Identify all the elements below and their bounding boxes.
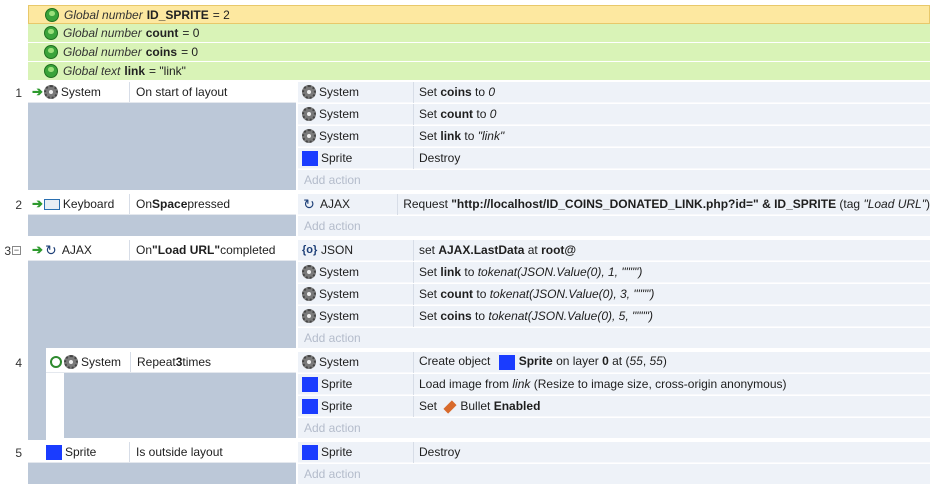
trigger-arrow-icon: ➔ — [32, 242, 43, 257]
add-action-link[interactable]: Add action — [298, 170, 930, 190]
globe-icon — [45, 7, 59, 22]
system-gear-icon — [302, 129, 316, 143]
bullet-behavior-icon — [443, 400, 457, 414]
loop-icon — [50, 356, 62, 368]
global-var-id-sprite[interactable]: Global number ID_SPRITE = 2 — [28, 5, 930, 24]
collapse-toggle[interactable]: − — [12, 246, 21, 255]
add-action-link[interactable]: Add action — [298, 464, 930, 484]
event-4-action-1[interactable]: System Create object Sprite on layer 0 a… — [298, 351, 930, 373]
condition-text: On start of layout — [136, 85, 228, 99]
event-1-action-3[interactable]: System Set link to "link" — [298, 125, 930, 147]
ajax-icon: ↻ — [303, 196, 315, 212]
system-gear-icon — [302, 355, 316, 369]
event-number: 3 — [4, 244, 11, 258]
event-4-action-3[interactable]: Sprite Set Bullet Enabled — [298, 395, 930, 417]
add-action-link[interactable]: Add action — [298, 418, 930, 438]
system-gear-icon — [302, 287, 316, 301]
globe-icon — [44, 64, 58, 78]
event-1-action-4[interactable]: Sprite Destroy — [298, 147, 930, 169]
condition-object: ➔ ↻ AJAX — [28, 240, 130, 260]
event-number: 4 — [15, 356, 22, 370]
event-1-condition[interactable]: ➔ System On start of layout — [28, 82, 296, 103]
sprite-icon — [302, 398, 318, 414]
event-number: 1 — [15, 86, 22, 100]
condition-text: On Space pressed — [136, 197, 231, 211]
system-gear-icon — [302, 265, 316, 279]
ajax-icon: ↻ — [45, 242, 57, 258]
event-1-action-2[interactable]: System Set count to 0 — [298, 103, 930, 125]
event-3-condition[interactable]: ➔ ↻ AJAX On "Load URL" completed — [28, 240, 296, 261]
event-2-action-1[interactable]: ↻ AJAX Request "http://localhost/ID_COINS… — [298, 193, 930, 215]
sub-event-indent — [28, 348, 46, 440]
event-2-condition[interactable]: ➔ Keyboard On Space pressed — [28, 194, 296, 215]
event-4-condition[interactable]: System Repeat 3 times — [46, 352, 296, 373]
global-var-count[interactable]: Global number count = 0 — [28, 24, 930, 43]
condition-object: Sprite — [28, 442, 130, 462]
condition-object: System — [46, 352, 131, 372]
system-gear-icon — [43, 85, 58, 99]
trigger-arrow-icon: ➔ — [32, 84, 43, 99]
event-3-action-3[interactable]: System Set count to tokenat(JSON.Value(0… — [298, 283, 930, 305]
add-action-link[interactable]: Add action — [298, 328, 930, 348]
event-3-action-2[interactable]: System Set link to tokenat(JSON.Value(0)… — [298, 261, 930, 283]
sprite-icon — [302, 150, 318, 166]
condition-text: Is outside layout — [136, 445, 223, 459]
sprite-icon — [302, 444, 318, 460]
sprite-icon — [498, 354, 515, 370]
sprite-icon — [46, 444, 62, 460]
event-5-action-1[interactable]: Sprite Destroy — [298, 441, 930, 463]
globe-icon — [44, 45, 58, 59]
event-3-action-1[interactable]: {o} JSON set AJAX.LastData at root@ — [298, 239, 930, 261]
condition-object: ➔ System — [28, 82, 130, 102]
globe-icon — [44, 26, 58, 40]
json-icon: {o} — [302, 244, 318, 256]
system-gear-icon — [302, 107, 316, 121]
event-number: 2 — [15, 198, 22, 212]
system-gear-icon — [302, 85, 316, 99]
global-var-coins[interactable]: Global number coins = 0 — [28, 43, 930, 62]
condition-object: ➔ Keyboard — [28, 194, 130, 214]
event-5-condition[interactable]: Sprite Is outside layout — [28, 442, 296, 463]
event-4-action-2[interactable]: Sprite Load image from link (Resize to i… — [298, 373, 930, 395]
keyboard-icon — [43, 198, 60, 210]
system-gear-icon — [64, 355, 78, 369]
sprite-icon — [302, 376, 318, 392]
event-1-action-1[interactable]: System Set coins to 0 — [298, 81, 930, 103]
event-number: 5 — [15, 446, 22, 460]
condition-text: On "Load URL" completed — [136, 243, 276, 257]
system-gear-icon — [302, 309, 316, 323]
global-var-link[interactable]: Global text link = "link" — [28, 62, 930, 81]
add-action-link[interactable]: Add action — [298, 216, 930, 236]
condition-text: Repeat 3 times — [137, 355, 212, 369]
event-3-action-4[interactable]: System Set coins to tokenat(JSON.Value(0… — [298, 305, 930, 327]
trigger-arrow-icon: ➔ — [32, 196, 43, 211]
